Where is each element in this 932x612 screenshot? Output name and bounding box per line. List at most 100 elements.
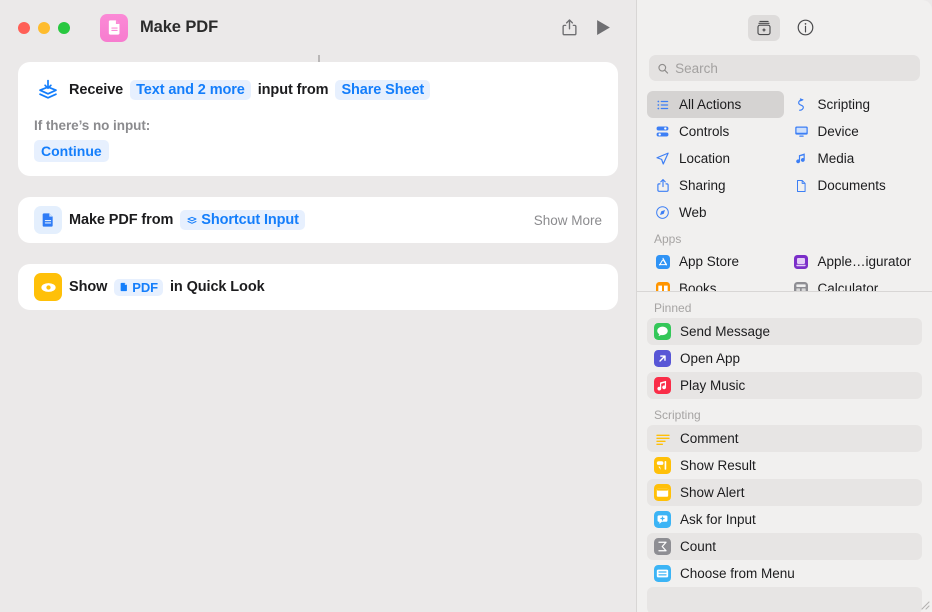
category-media[interactable]: Media (786, 145, 923, 172)
location-arrow-icon (654, 151, 671, 166)
category-scripting[interactable]: Scripting (786, 91, 923, 118)
books-icon (654, 281, 671, 291)
category-location[interactable]: Location (647, 145, 784, 172)
action-item-choose-from-menu[interactable]: Choose from Menu (647, 560, 922, 587)
category-all-actions[interactable]: All Actions (647, 91, 784, 118)
zoom-button[interactable] (58, 21, 70, 34)
category-label: Sharing (679, 178, 726, 193)
apps-group-header: Apps (654, 232, 682, 246)
app-label: Calculator (817, 281, 879, 291)
info-circle-icon[interactable] (790, 15, 822, 41)
action-item-label: Comment (680, 431, 739, 446)
quick-look-icon (34, 273, 62, 301)
token-pdf[interactable]: PDF (114, 278, 163, 296)
app-store-icon (654, 254, 671, 270)
action-item-label: Open App (680, 351, 741, 366)
close-button[interactable] (18, 21, 30, 34)
category-sharing[interactable]: Sharing (647, 172, 784, 199)
share-up-icon (654, 178, 671, 193)
action-item-send-message[interactable]: Send Message (647, 318, 922, 345)
shortcut-input-glyph-icon (187, 216, 197, 224)
play-music-icon (654, 377, 671, 394)
device-display-icon (793, 124, 810, 139)
action-item-label: Ask for Input (680, 512, 756, 527)
apple-configurator-icon (793, 254, 810, 270)
document-page-icon (793, 178, 810, 194)
search-icon (658, 63, 669, 74)
minimize-button[interactable] (38, 21, 50, 34)
category-label: All Actions (679, 97, 742, 112)
token-input-types[interactable]: Text and 2 more (130, 80, 251, 100)
show-more-button[interactable]: Show More (534, 213, 602, 228)
action-label-prefix: Show (69, 279, 108, 295)
messages-icon (654, 323, 671, 340)
token-pdf-label: PDF (132, 279, 158, 295)
calculator-icon (793, 281, 810, 291)
show-alert-icon (654, 484, 671, 501)
page-title: Make PDF (140, 18, 219, 36)
token-continue[interactable]: Continue (34, 140, 109, 162)
category-controls[interactable]: Controls (647, 118, 784, 145)
category-label: Scripting (817, 97, 871, 112)
category-label: Documents (817, 178, 886, 193)
library-toolbar (637, 0, 932, 55)
section-header-scripting: Scripting (654, 408, 701, 422)
make-pdf-icon (34, 206, 62, 234)
safari-compass-icon (654, 205, 671, 220)
token-shortcut-input[interactable]: Shortcut Input (180, 210, 305, 230)
token-share-sheet[interactable]: Share Sheet (335, 80, 431, 100)
app-item-calculator[interactable]: Calculator (786, 275, 923, 291)
app-item-app-store[interactable]: App Store (647, 248, 784, 275)
share-icon[interactable] (552, 13, 586, 43)
choose-from-menu-icon (654, 565, 671, 582)
category-documents[interactable]: Documents (786, 172, 923, 199)
action-item-label: Play Music (680, 378, 746, 393)
action-card-make-pdf[interactable]: Make PDF from Shortcut Input Show More (18, 197, 618, 243)
window-titlebar: Make PDF (0, 0, 636, 55)
action-item-show-result[interactable]: Show Result (647, 452, 922, 479)
pdf-document-icon (100, 13, 128, 42)
category-grid: All Actions Scripting Controls Device Lo… (647, 91, 922, 291)
action-item-label: Show Result (680, 458, 756, 473)
no-input-label: If there’s no input: (34, 118, 151, 133)
app-label: Apple…igurator (817, 254, 912, 269)
scripting-icon (793, 97, 810, 113)
action-library-icon[interactable] (747, 14, 780, 41)
comment-icon (654, 430, 671, 447)
play-icon[interactable] (586, 13, 620, 43)
category-label: Web (679, 205, 707, 220)
category-web[interactable]: Web (647, 199, 784, 226)
action-item-play-music[interactable]: Play Music (647, 372, 922, 399)
action-item-show-alert[interactable]: Show Alert (647, 479, 922, 506)
action-item-label: Choose from Menu (680, 566, 795, 581)
action-item-comment[interactable]: Comment (647, 425, 922, 452)
show-result-icon (654, 457, 671, 474)
action-item-count[interactable]: Count (647, 533, 922, 560)
action-item-open-app[interactable]: Open App (647, 345, 922, 372)
category-label: Device (817, 124, 859, 139)
action-card-quick-look[interactable]: Show PDF in Quick Look (18, 264, 618, 310)
search-field[interactable] (649, 55, 920, 81)
action-item-ask-for-input[interactable]: Ask for Input (647, 506, 922, 533)
action-list-scroll[interactable]: Pinned Send Message Open App Play Music … (637, 292, 932, 612)
category-device[interactable]: Device (786, 118, 923, 145)
category-grid-scroll[interactable]: All Actions Scripting Controls Device Lo… (637, 91, 932, 291)
open-app-icon (654, 350, 671, 367)
receive-input-icon (34, 76, 62, 104)
search-input[interactable] (675, 60, 912, 76)
music-note-icon (793, 151, 810, 166)
traffic-lights (18, 21, 70, 34)
category-label: Controls (679, 124, 730, 139)
action-item-label: Count (680, 539, 717, 554)
app-item-books[interactable]: Books (647, 275, 784, 291)
category-label: Location (679, 151, 731, 166)
app-item-apple-configurator[interactable]: Apple…igurator (786, 248, 923, 275)
action-item-label: Send Message (680, 324, 771, 339)
app-label: App Store (679, 254, 740, 269)
count-sigma-icon (654, 538, 671, 555)
shortcuts-window: Make PDF Receive Text and 2 more input f… (0, 0, 932, 612)
action-item-partial[interactable] (647, 587, 922, 612)
pdf-glyph-icon (120, 282, 128, 292)
action-card-receive[interactable]: Receive Text and 2 more input from Share… (18, 62, 618, 176)
resize-grip-icon[interactable] (918, 598, 930, 610)
